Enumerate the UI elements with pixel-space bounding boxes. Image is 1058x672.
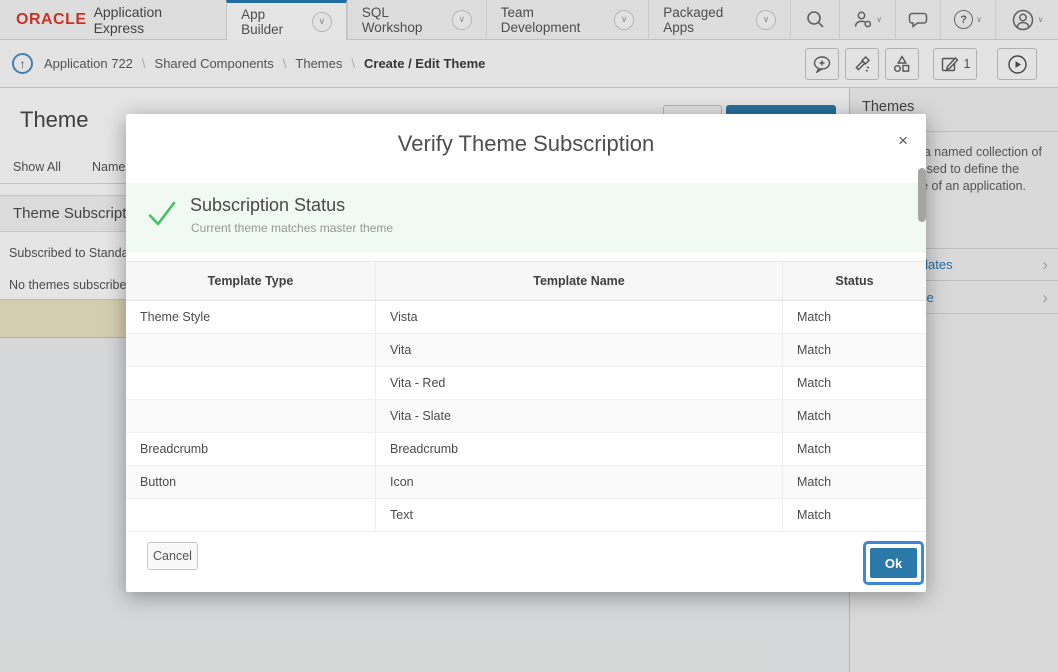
table-cell: Vita bbox=[375, 334, 782, 366]
table-row: VitaMatch bbox=[126, 334, 926, 367]
success-check-icon bbox=[147, 199, 177, 227]
dialog-title: Verify Theme Subscription bbox=[126, 114, 926, 157]
ok-button[interactable]: Ok bbox=[870, 548, 917, 578]
cancel-button[interactable]: Cancel bbox=[147, 542, 198, 570]
modal-table-body: Theme StyleVistaMatchVitaMatchVita - Red… bbox=[126, 301, 926, 532]
table-cell: Vita - Red bbox=[375, 367, 782, 399]
table-cell: Match bbox=[782, 433, 926, 465]
table-cell: Text bbox=[375, 499, 782, 531]
table-row: BreadcrumbBreadcrumbMatch bbox=[126, 433, 926, 466]
table-row: ButtonIconMatch bbox=[126, 466, 926, 499]
template-verification-table: Template Type Template Name Status Theme… bbox=[126, 261, 926, 532]
column-header: Status bbox=[782, 262, 926, 300]
table-cell: Theme Style bbox=[126, 301, 375, 333]
verify-theme-subscription-dialog: Verify Theme Subscription × Subscription… bbox=[126, 114, 926, 592]
close-icon[interactable]: × bbox=[898, 132, 908, 149]
table-cell: Breadcrumb bbox=[126, 433, 375, 465]
status-subtext: Current theme matches master theme bbox=[191, 221, 393, 235]
table-cell: Match bbox=[782, 400, 926, 432]
table-cell: Match bbox=[782, 466, 926, 498]
table-cell: Breadcrumb bbox=[375, 433, 782, 465]
table-cell: Button bbox=[126, 466, 375, 498]
table-cell: Vista bbox=[375, 301, 782, 333]
status-heading: Subscription Status bbox=[190, 195, 345, 216]
table-row: Vita - SlateMatch bbox=[126, 400, 926, 433]
table-cell bbox=[126, 367, 375, 399]
table-cell: Match bbox=[782, 334, 926, 366]
table-row: Theme StyleVistaMatch bbox=[126, 301, 926, 334]
table-cell: Vita - Slate bbox=[375, 400, 782, 432]
ok-button-focus-ring: Ok bbox=[863, 541, 924, 585]
column-header: Template Name bbox=[375, 262, 782, 300]
table-cell: Icon bbox=[375, 466, 782, 498]
table-row: Vita - RedMatch bbox=[126, 367, 926, 400]
modal-scrollbar-thumb[interactable] bbox=[918, 168, 926, 222]
column-header: Template Type bbox=[126, 262, 375, 300]
subscription-status-banner: Subscription Status Current theme matche… bbox=[126, 183, 926, 253]
table-row: TextMatch bbox=[126, 499, 926, 532]
apex-application-window: ORACLE Application Express App Builder ∨… bbox=[0, 0, 1058, 672]
table-cell: Match bbox=[782, 367, 926, 399]
table-cell bbox=[126, 334, 375, 366]
table-cell bbox=[126, 400, 375, 432]
table-cell: Match bbox=[782, 499, 926, 531]
table-cell bbox=[126, 499, 375, 531]
table-cell: Match bbox=[782, 301, 926, 333]
table-header-row: Template Type Template Name Status bbox=[126, 261, 926, 301]
